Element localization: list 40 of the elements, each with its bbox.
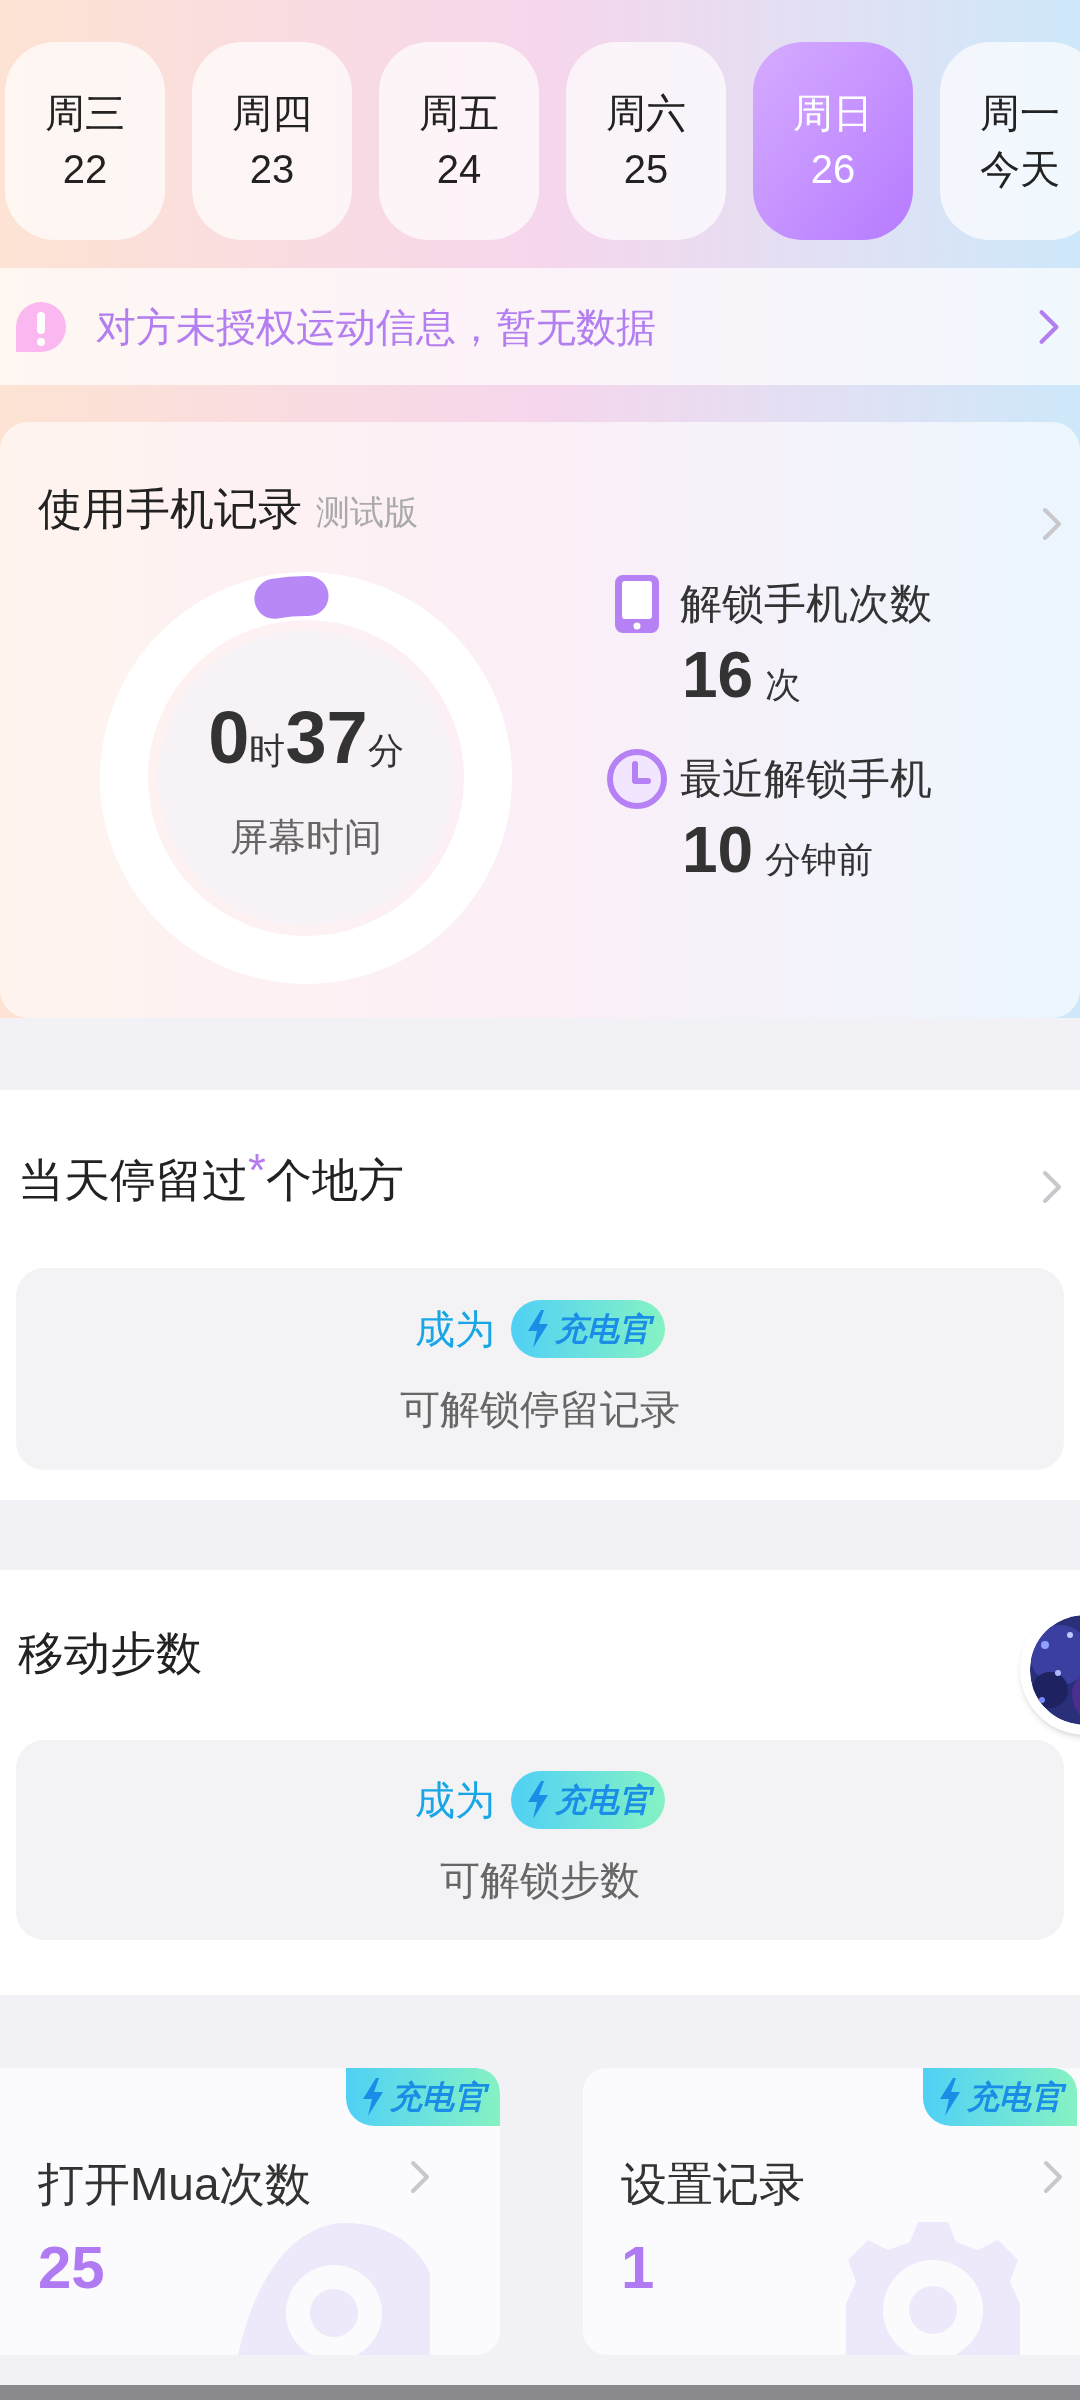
- membership-badge: 充电官: [511, 1300, 665, 1358]
- lightning-icon: [360, 2077, 386, 2117]
- stat-card[interactable]: 充电官 设置记录 1: [583, 2068, 1080, 2355]
- stat-value: 25: [38, 2238, 105, 2298]
- date-tab[interactable]: 周五 24: [379, 42, 539, 240]
- card-title: 使用手机记录: [38, 483, 302, 535]
- membership-badge: 充电官: [923, 2068, 1077, 2126]
- stat-label: 最近解锁手机: [680, 754, 932, 804]
- screen-time-label: 屏幕时间: [230, 814, 382, 860]
- become-text: 成为: [415, 1777, 495, 1824]
- unlock-hint: 可解锁停留记录: [400, 1386, 680, 1433]
- stat-value: 10 分钟前: [681, 818, 875, 882]
- date-tab[interactable]: 周六 25: [566, 42, 726, 240]
- beta-tag: 测试版: [316, 487, 418, 538]
- become-text: 成为: [415, 1306, 495, 1353]
- clock-icon: [606, 747, 668, 810]
- date-tab[interactable]: 周一 今天: [940, 42, 1080, 240]
- date-tab[interactable]: 周三 22: [5, 42, 165, 240]
- chevron-right-icon: [1043, 2160, 1063, 2194]
- phone-icon: [613, 572, 661, 635]
- chevron-right-icon: [1038, 308, 1060, 345]
- membership-badge: 充电官: [511, 1771, 665, 1829]
- chevron-right-icon: [1042, 507, 1062, 541]
- card-title: 打开Mua次数: [38, 2157, 312, 2212]
- alert-icon: [14, 299, 68, 354]
- date-tab[interactable]: 周四 23: [192, 42, 352, 240]
- card-title: 设置记录: [621, 2157, 805, 2212]
- stat-card[interactable]: 充电官 打开Mua次数 25: [0, 2068, 500, 2355]
- lightning-icon: [525, 1309, 551, 1349]
- chevron-right-icon: [410, 2160, 430, 2194]
- lightning-icon: [525, 1780, 551, 1820]
- chevron-right-icon: [1042, 1170, 1062, 1204]
- stat-label: 解锁手机次数: [680, 579, 932, 629]
- screen-time-value: 0时37分: [208, 700, 404, 775]
- lightning-icon: [937, 2077, 963, 2117]
- section-title: 移动步数: [18, 1626, 202, 1681]
- unlock-hint: 可解锁步数: [440, 1857, 640, 1904]
- membership-badge: 充电官: [346, 2068, 500, 2126]
- stat-value: 1: [621, 2238, 655, 2298]
- stat-value: 16 次: [681, 643, 803, 707]
